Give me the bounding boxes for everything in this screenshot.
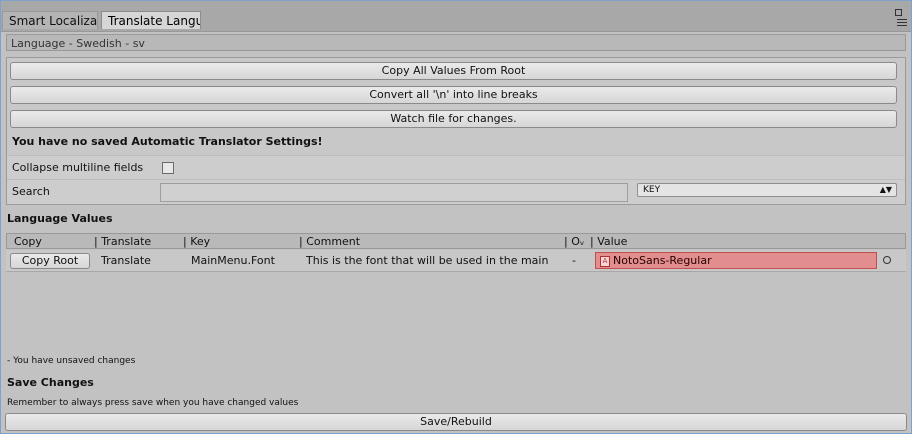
tools-panel: Copy All Values From Root Convert all '\… (6, 57, 906, 205)
dropdown-arrows-icon: ▲▼ (879, 185, 892, 194)
column-override: | Oᵥ (564, 235, 585, 248)
column-key: | Key (183, 235, 211, 248)
object-picker-icon[interactable] (883, 256, 891, 264)
search-label: Search (12, 185, 50, 198)
comment-cell: This is the font that will be used in th… (306, 254, 549, 267)
collapse-checkbox[interactable] (162, 162, 174, 174)
dropdown-value: KEY (643, 185, 661, 195)
window-menu-icon[interactable] (897, 19, 907, 27)
column-comment: | Comment (299, 235, 361, 248)
tab-translate-language[interactable]: Translate Langu (101, 11, 201, 29)
key-cell: MainMenu.Font (191, 254, 275, 267)
column-copy: Copy (14, 235, 42, 248)
window-controls (893, 9, 907, 29)
search-input[interactable] (160, 183, 628, 202)
search-field-dropdown[interactable]: KEY ▲▼ (637, 183, 897, 197)
column-value: | Value (590, 235, 628, 248)
language-values-title: Language Values (7, 212, 113, 225)
convert-line-breaks-button[interactable]: Convert all '\n' into line breaks (10, 86, 897, 104)
table-row: Copy Root Translate MainMenu.Font This i… (6, 250, 906, 272)
editor-window: Smart Localizat Translate Langu Language… (0, 0, 912, 434)
values-table-header: Copy | Translate | Key | Comment | Oᵥ | … (6, 233, 906, 249)
language-header: Language - Swedish - sv (6, 34, 906, 51)
tab-strip: Smart Localizat Translate Langu (1, 1, 911, 32)
window-pin-icon[interactable] (895, 9, 902, 16)
collapse-label: Collapse multiline fields (12, 161, 144, 174)
watch-file-button[interactable]: Watch file for changes. (10, 110, 897, 128)
search-row: Search KEY ▲▼ (7, 179, 905, 204)
font-asset-icon: A (600, 256, 610, 267)
save-hint-text: Remember to always press save when you h… (7, 398, 299, 408)
value-text: NotoSans-Regular (613, 254, 712, 267)
collapse-row: Collapse multiline fields (7, 155, 905, 179)
save-rebuild-button[interactable]: Save/Rebuild (5, 413, 907, 431)
translator-settings-warning: You have no saved Automatic Translator S… (12, 135, 323, 148)
translate-cell[interactable]: Translate (101, 254, 151, 267)
copy-all-values-button[interactable]: Copy All Values From Root (10, 62, 897, 80)
override-cell: - (572, 254, 576, 267)
column-translate: | Translate (94, 235, 152, 248)
copy-root-button[interactable]: Copy Root (10, 253, 90, 269)
value-object-field[interactable]: A NotoSans-Regular (595, 252, 877, 269)
tab-smart-localization[interactable]: Smart Localizat (2, 11, 98, 29)
save-changes-title: Save Changes (7, 376, 94, 389)
unsaved-changes-text: - You have unsaved changes (7, 356, 136, 366)
